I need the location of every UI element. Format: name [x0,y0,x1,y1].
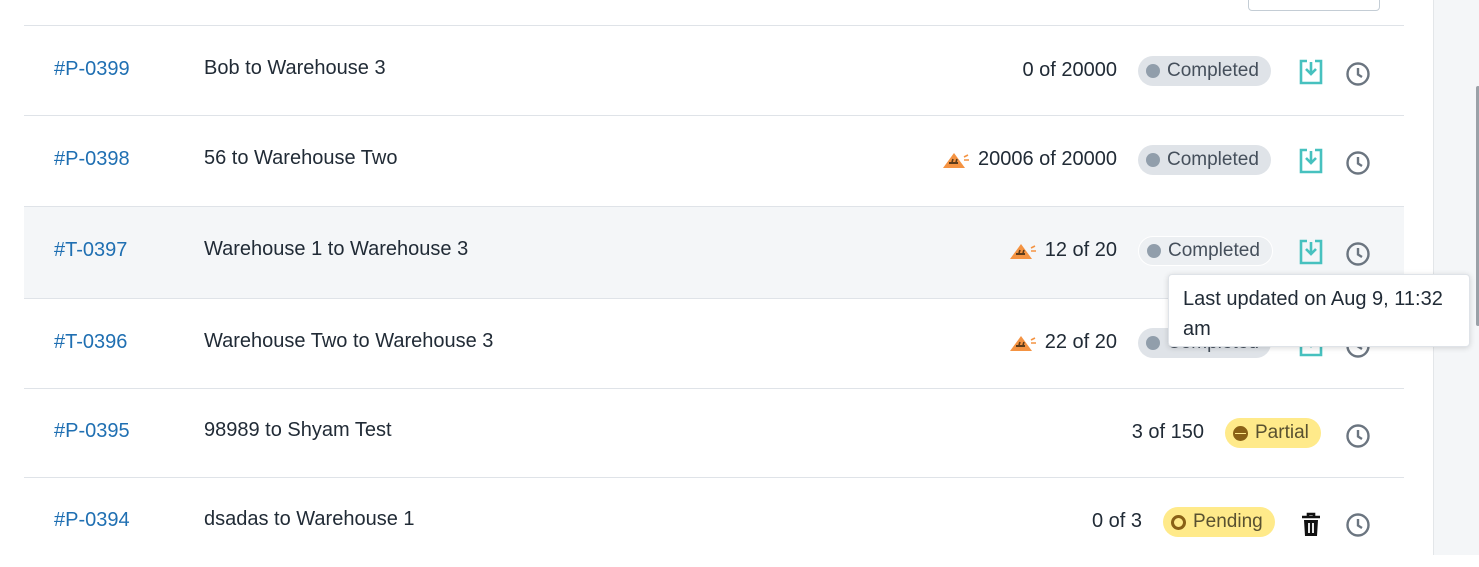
transfer-description: Bob to Warehouse 3 [204,57,386,79]
quantity-cell: 22 of 20 [1009,331,1117,354]
clock-icon[interactable] [1344,511,1372,539]
status-label: Completed [1167,60,1259,81]
status-dot-icon [1146,64,1160,78]
clock-icon[interactable] [1344,240,1372,268]
quantity-text: 12 of 20 [1044,239,1117,261]
quantity-cell: 3 of 150 [1132,421,1204,444]
quantity-text: 0 of 20000 [1022,59,1117,81]
clock-icon[interactable] [1344,60,1372,88]
download-icon[interactable] [1297,147,1325,175]
status-label: Completed [1168,240,1260,261]
transfer-id-link[interactable]: #P-0394 [54,509,130,532]
clock-icon[interactable] [1344,149,1372,177]
tooltip-text: Last updated on Aug 9, 11:32 am [1183,288,1443,340]
list-item[interactable]: #P-0395 98989 to Shyam Test 3 of 150 Par… [24,388,1404,477]
partial-status-icon [1233,425,1248,441]
status-label: Completed [1167,149,1259,170]
status-badge: Partial [1225,418,1321,448]
status-label: Pending [1193,511,1263,532]
transfer-description: Warehouse 1 to Warehouse 3 [204,238,469,260]
transfer-id-link[interactable]: #P-0399 [54,58,130,81]
warning-icon [942,151,970,169]
quantity-cell: 12 of 20 [1009,239,1117,262]
quantity-cell: 0 of 3 [1092,510,1142,533]
transfer-description: 98989 to Shyam Test [204,419,392,441]
download-icon[interactable] [1297,238,1325,266]
list-item[interactable]: #P-0398 56 to Warehouse Two 20006 of 200… [24,115,1404,206]
transfer-description: dsadas to Warehouse 1 [204,508,415,530]
pending-status-icon [1171,514,1186,530]
transfer-id-link[interactable]: #T-0397 [54,239,127,262]
warning-icon [1009,242,1037,260]
clock-icon[interactable] [1344,422,1372,450]
status-badge: Completed [1138,236,1273,266]
list-item[interactable]: #P-0394 dsadas to Warehouse 1 0 of 3 Pen… [24,477,1404,567]
transfer-description: 56 to Warehouse Two [204,147,398,169]
status-dot-icon [1146,153,1160,167]
quantity-text: 22 of 20 [1044,331,1117,353]
quantity-text: 0 of 3 [1091,510,1142,532]
transfer-id-link[interactable]: #P-0398 [54,148,130,171]
trash-icon[interactable] [1297,511,1325,539]
status-dot-icon [1146,336,1160,350]
list-item[interactable]: #P-0399 Bob to Warehouse 3 0 of 20000 Co… [24,25,1404,115]
status-badge: Completed [1138,145,1271,175]
download-icon[interactable] [1297,58,1325,86]
quantity-text: 3 of 150 [1131,421,1204,443]
top-partial-button[interactable] [1248,0,1380,11]
last-updated-tooltip: Last updated on Aug 9, 11:32 am [1168,274,1470,347]
status-badge: Pending [1163,507,1275,537]
status-badge: Completed [1138,56,1271,86]
transfer-id-link[interactable]: #P-0395 [54,420,130,443]
transfer-id-link[interactable]: #T-0396 [54,331,127,354]
transfer-description: Warehouse Two to Warehouse 3 [204,330,494,352]
status-dot-icon [1147,244,1161,258]
quantity-cell: 0 of 20000 [1022,59,1117,82]
status-label: Partial [1255,422,1309,443]
warning-icon [1009,334,1037,352]
quantity-cell: 20006 of 20000 [942,148,1117,171]
quantity-text: 20006 of 20000 [977,148,1117,170]
